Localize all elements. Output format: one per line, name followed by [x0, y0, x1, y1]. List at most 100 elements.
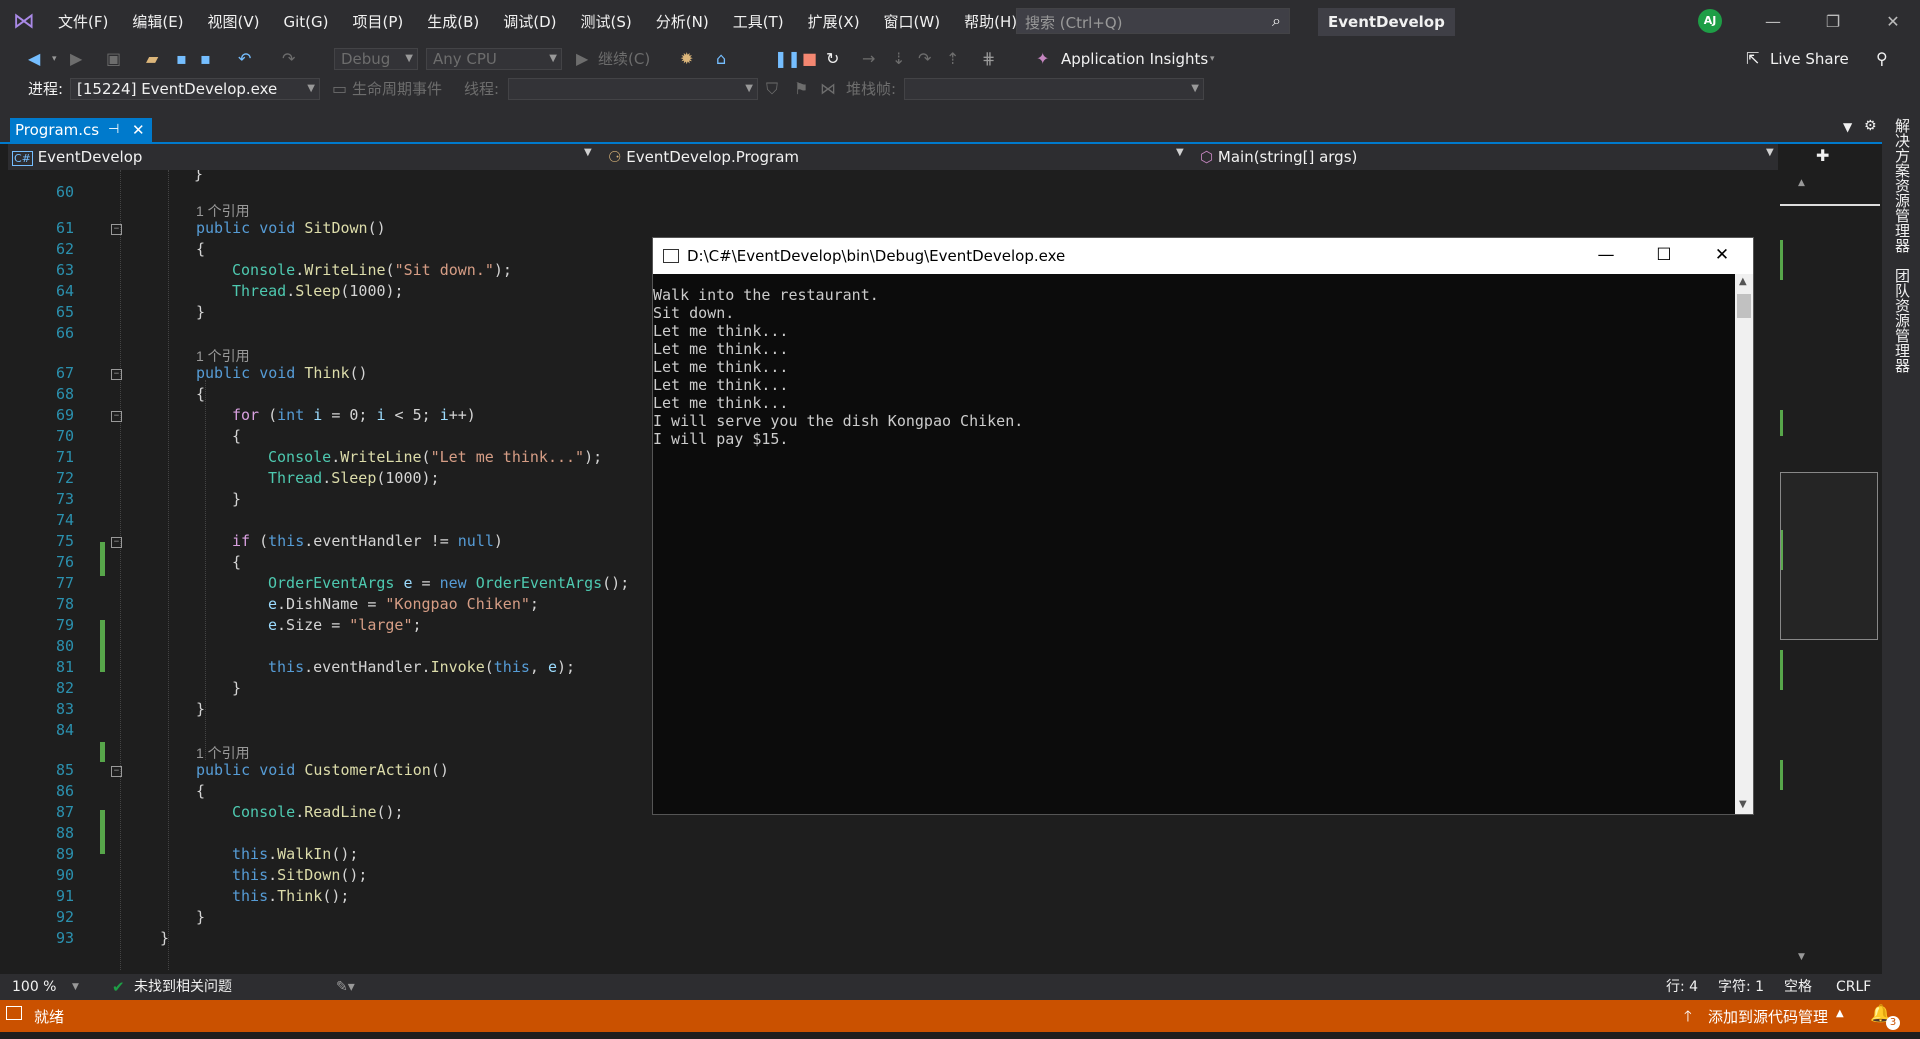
- editor-status-strip: 100 % ▼ ✔ 未找到相关问题 ✎▾ 行: 4 字符: 1 空格 CRLF: [0, 974, 1882, 1000]
- show-next-statement-icon[interactable]: →: [862, 48, 875, 70]
- navigate-forward-icon[interactable]: ▶: [70, 48, 82, 70]
- platform-select[interactable]: Any CPU ▼: [426, 48, 562, 70]
- menu-edit[interactable]: 编辑(E): [120, 8, 195, 36]
- member-select[interactable]: ⬡ Main(string[] args): [1200, 146, 1776, 168]
- title-bar: ⋈ 文件(F) 编辑(E) 视图(V) Git(G) 项目(P) 生成(B) 调…: [0, 0, 1920, 44]
- notification-count: 3: [1886, 1016, 1900, 1030]
- chevron-down-icon[interactable]: ▼: [1176, 147, 1184, 158]
- standard-toolbar: ◀ ▾ ▶ ▣ ▰ ▪ ▪ ↶ ↷ Debug ▼ Any CPU ▼ ▶ 继续(C…: [0, 44, 1920, 74]
- search-icon[interactable]: ⌕: [1272, 11, 1281, 31]
- zoom-select[interactable]: 100 %: [12, 974, 56, 1000]
- menu-analyze[interactable]: 分析(N): [644, 8, 721, 36]
- save-all-icon[interactable]: ▪: [200, 48, 211, 70]
- close-icon[interactable]: ✕: [1870, 8, 1916, 36]
- thread-select[interactable]: ▼: [508, 78, 758, 100]
- pause-icon[interactable]: ❚❚: [774, 48, 801, 70]
- menu-git[interactable]: Git(G): [272, 8, 341, 36]
- output-window-icon[interactable]: [6, 1006, 22, 1020]
- minimize-icon[interactable]: —: [1577, 238, 1635, 274]
- scroll-down-icon[interactable]: ▼: [1798, 952, 1805, 962]
- chevron-down-icon[interactable]: ▼: [1766, 147, 1774, 158]
- continue-button[interactable]: 继续(C): [598, 48, 650, 70]
- menu-view[interactable]: 视图(V): [196, 8, 272, 36]
- share-icon[interactable]: ⇱: [1746, 48, 1759, 70]
- menu-window[interactable]: 窗口(W): [872, 8, 953, 36]
- console-output[interactable]: Walk into the restaurant. Sit down. Let …: [653, 274, 1733, 814]
- indent-indicator[interactable]: 空格: [1784, 974, 1812, 1000]
- change-marker: [100, 742, 105, 762]
- menu-test[interactable]: 测试(S): [569, 8, 644, 36]
- console-line: Sit down.: [653, 304, 735, 322]
- arrow-up-icon: 🡑: [1684, 1007, 1692, 1025]
- tab-label: Program.cs: [15, 121, 100, 139]
- chevron-down-icon[interactable]: ▾: [1210, 48, 1215, 70]
- code-cleanup-icon[interactable]: ✎▾: [336, 974, 355, 1000]
- menu-tools[interactable]: 工具(T): [721, 8, 796, 36]
- menu-file[interactable]: 文件(F): [46, 8, 120, 36]
- pin-icon[interactable]: ⊣: [108, 118, 119, 142]
- lifecycle-events-button[interactable]: 生命周期事件: [352, 78, 442, 100]
- class-select[interactable]: ⚆ EventDevelop.Program: [608, 146, 1188, 168]
- chevron-down-icon[interactable]: ▼: [72, 974, 79, 1000]
- application-insights-button[interactable]: Application Insights: [1061, 48, 1208, 70]
- maximize-icon[interactable]: ☐: [1635, 238, 1693, 274]
- platform-value: Any CPU: [433, 50, 497, 68]
- scroll-down-icon[interactable]: ▼: [1739, 799, 1747, 810]
- add-to-source-control-button[interactable]: 添加到源代码管理: [1708, 1006, 1828, 1027]
- scroll-up-icon[interactable]: ▲: [1739, 276, 1747, 287]
- step-into-icon[interactable]: ⇣: [892, 48, 905, 70]
- close-icon[interactable]: ✕: [132, 118, 145, 142]
- step-out-icon[interactable]: ⇡: [946, 48, 959, 70]
- search-input[interactable]: 搜索 (Ctrl+Q) ⌕: [1016, 8, 1290, 34]
- open-file-icon[interactable]: ▰: [146, 48, 158, 70]
- console-scrollbar[interactable]: ▲ ▼: [1735, 274, 1753, 814]
- new-project-icon[interactable]: ▣: [106, 48, 121, 70]
- tab-program-cs[interactable]: Program.cs: [10, 118, 152, 142]
- solution-config-select[interactable]: Debug ▼: [334, 48, 418, 70]
- stack-frame-select[interactable]: ▼: [904, 78, 1204, 100]
- close-icon[interactable]: ✕: [1693, 238, 1751, 274]
- hex-display-icon[interactable]: ⋕: [982, 48, 995, 70]
- filter-icon[interactable]: ⛉: [766, 78, 778, 100]
- console-scroll-thumb[interactable]: [1737, 294, 1751, 318]
- avatar[interactable]: AJ: [1698, 9, 1722, 33]
- live-share-button[interactable]: Live Share: [1770, 48, 1849, 70]
- split-editor-icon[interactable]: ✚: [1816, 146, 1829, 165]
- tab-overflow-icon[interactable]: ▼: [1843, 120, 1852, 134]
- hot-reload-icon[interactable]: ✹: [680, 48, 693, 70]
- team-explorer-tab[interactable]: 团队资源管理器: [1892, 268, 1913, 373]
- project-select[interactable]: C# EventDevelop: [12, 146, 602, 168]
- browse-icon[interactable]: ⌂: [716, 48, 726, 70]
- code-line: 60: [55, 183, 74, 201]
- step-over-icon[interactable]: ↷: [918, 48, 931, 70]
- menu-build[interactable]: 生成(B): [415, 8, 491, 36]
- chevron-up-icon[interactable]: ▲: [1836, 1008, 1844, 1019]
- restart-icon[interactable]: ↻: [826, 48, 839, 70]
- chevron-down-icon[interactable]: ▼: [584, 147, 592, 158]
- redo-icon[interactable]: ↷: [282, 48, 295, 70]
- gear-icon[interactable]: ⚙: [1864, 118, 1877, 134]
- console-window[interactable]: D:\C#\EventDevelop\bin\Debug\EventDevelo…: [652, 237, 1754, 815]
- solution-explorer-tab[interactable]: 解决方案资源管理器: [1892, 118, 1913, 253]
- back-dropdown-icon[interactable]: ▾: [52, 48, 57, 70]
- console-title-bar[interactable]: D:\C#\EventDevelop\bin\Debug\EventDevelo…: [653, 238, 1753, 274]
- column-indicator: 字符: 1: [1718, 979, 1765, 995]
- menu-debug[interactable]: 调试(D): [491, 8, 568, 36]
- lightbulb-icon[interactable]: ✦: [1036, 48, 1049, 70]
- restore-icon[interactable]: ❐: [1810, 8, 1856, 36]
- undo-icon[interactable]: ↶: [238, 48, 251, 70]
- continue-icon[interactable]: ▶: [576, 48, 588, 70]
- issues-status[interactable]: 未找到相关问题: [134, 974, 232, 1000]
- navigate-back-icon[interactable]: ◀: [28, 48, 40, 70]
- line-ending-indicator[interactable]: CRLF: [1836, 974, 1871, 1000]
- feedback-icon[interactable]: ⚲: [1876, 48, 1888, 70]
- stop-icon[interactable]: ■: [802, 48, 817, 70]
- menu-project[interactable]: 项目(P): [341, 8, 416, 36]
- menu-extensions[interactable]: 扩展(X): [796, 8, 872, 36]
- scroll-up-icon[interactable]: ▲: [1798, 178, 1805, 188]
- minimap-viewport[interactable]: [1780, 472, 1878, 640]
- save-icon[interactable]: ▪: [176, 48, 187, 70]
- process-select[interactable]: [15224] EventDevelop.exe ▼: [70, 78, 320, 100]
- flag-icon[interactable]: ⚑: [794, 78, 808, 100]
- minimize-icon[interactable]: —: [1750, 8, 1796, 36]
